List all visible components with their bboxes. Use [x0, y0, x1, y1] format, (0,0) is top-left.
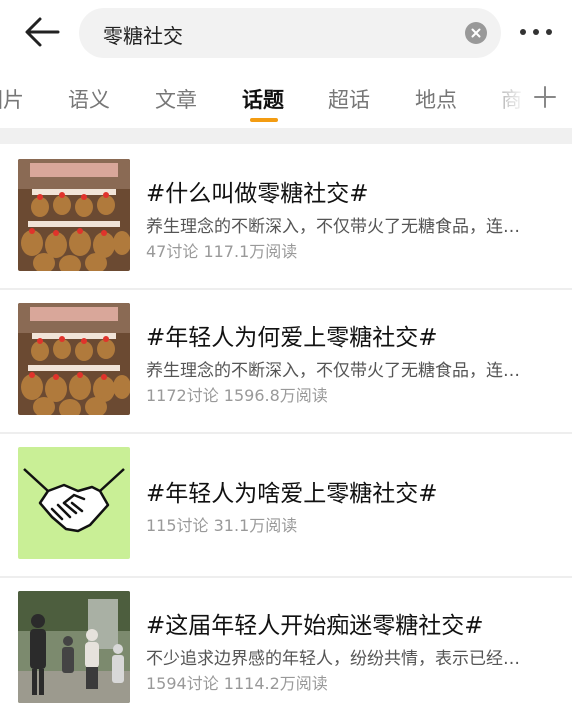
topic-thumbnail: [18, 591, 130, 703]
tab-topics[interactable]: 话题: [242, 84, 284, 114]
topic-thumbnail: [18, 159, 130, 271]
capybara-plush-image-icon: [18, 159, 130, 271]
topic-description: 不少追求边界感的年轻人，纷纷共情，表示已经…: [146, 649, 520, 669]
more-options-button[interactable]: [518, 22, 554, 42]
topic-title: #年轻人为啥爱上零糖社交#: [146, 481, 438, 507]
topic-title: #这届年轻人开始痴迷零糖社交#: [146, 613, 484, 639]
active-tab-indicator: [250, 118, 278, 122]
top-bar: 零糖社交: [0, 0, 572, 66]
tab-semantic[interactable]: 语义: [68, 84, 110, 114]
topic-description: 养生理念的不断深入，不仅带火了无糖食品，连…: [146, 361, 520, 381]
handshake-icon: [18, 447, 130, 559]
topic-title: #年轻人为何爱上零糖社交#: [146, 325, 438, 351]
tab-places[interactable]: 地点: [415, 84, 457, 114]
tab-images[interactable]: 图片: [0, 84, 24, 114]
tab-super-topics[interactable]: 超话: [328, 84, 370, 114]
topic-stats: 115讨论 31.1万阅读: [146, 516, 298, 535]
more-dot-icon: [533, 29, 539, 35]
tabs-fade-overlay: [478, 76, 538, 124]
back-button[interactable]: [22, 14, 62, 50]
back-arrow-icon: [25, 17, 60, 47]
topic-stats: 47讨论 117.1万阅读: [146, 242, 298, 261]
topic-result-item[interactable]: #年轻人为啥爱上零糖社交# 115讨论 31.1万阅读: [0, 434, 572, 578]
topic-result-item[interactable]: #年轻人为何爱上零糖社交# 养生理念的不断深入，不仅带火了无糖食品，连… 117…: [0, 290, 572, 434]
add-tab-button[interactable]: [532, 84, 558, 110]
tab-articles[interactable]: 文章: [155, 84, 197, 114]
section-divider: [0, 128, 572, 144]
more-dot-icon: [546, 29, 552, 35]
topic-stats: 1594讨论 1114.2万阅读: [146, 674, 328, 693]
topic-stats: 1172讨论 1596.8万阅读: [146, 386, 328, 405]
people-photo-icon: [18, 591, 130, 703]
topic-result-item[interactable]: #什么叫做零糖社交# 养生理念的不断深入，不仅带火了无糖食品，连… 47讨论 1…: [0, 146, 572, 290]
topic-description: 养生理念的不断深入，不仅带火了无糖食品，连…: [146, 217, 520, 237]
topic-result-item[interactable]: #这届年轻人开始痴迷零糖社交# 不少追求边界感的年轻人，纷纷共情，表示已经… 1…: [0, 578, 572, 722]
topic-title: #什么叫做零糖社交#: [146, 181, 369, 207]
topic-thumbnail: [18, 447, 130, 559]
close-icon: [471, 28, 481, 38]
capybara-plush-image-icon: [18, 303, 130, 415]
category-tabs: 图片 语义 文章 话题 超话 地点 商: [0, 76, 572, 124]
search-query-text: 零糖社交: [103, 24, 183, 48]
more-dot-icon: [520, 29, 526, 35]
plus-icon: [534, 86, 556, 108]
search-input[interactable]: 零糖社交: [79, 8, 501, 58]
topic-thumbnail: [18, 303, 130, 415]
clear-search-button[interactable]: [465, 22, 487, 44]
